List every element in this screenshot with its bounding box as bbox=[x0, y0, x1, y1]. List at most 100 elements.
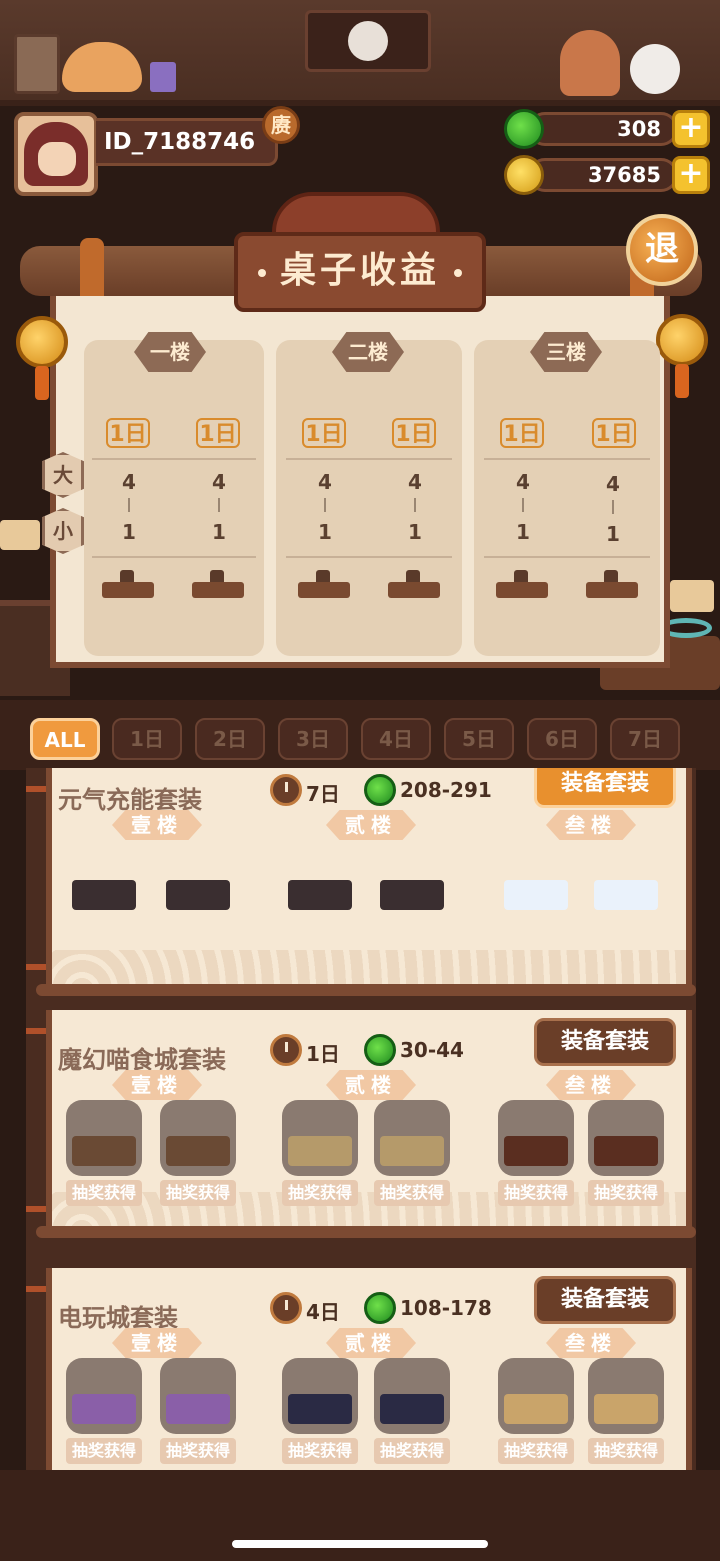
floor-label: 三楼 bbox=[530, 332, 602, 372]
table-item[interactable] bbox=[498, 844, 574, 920]
floor-label: 壹楼 bbox=[112, 1070, 202, 1100]
floor-column bbox=[474, 340, 660, 656]
range-bar bbox=[612, 500, 614, 514]
equip-set-button[interactable]: 装备套装 bbox=[534, 768, 676, 808]
set-name: 元气充能套装 bbox=[58, 786, 202, 814]
exit-button[interactable]: 退 bbox=[626, 214, 698, 286]
table-icon bbox=[102, 570, 154, 598]
white-cat-decoration bbox=[630, 44, 680, 94]
locked-table-item[interactable] bbox=[160, 1358, 236, 1434]
locked-table-item[interactable] bbox=[66, 1358, 142, 1434]
jade-icon bbox=[364, 774, 396, 806]
day-label: 1日 bbox=[392, 418, 436, 448]
jade-balance: 308 bbox=[528, 112, 678, 146]
clock-icon bbox=[270, 1034, 302, 1066]
divider bbox=[92, 556, 256, 558]
table-item[interactable] bbox=[160, 844, 236, 920]
locked-table-item[interactable] bbox=[498, 1358, 574, 1434]
filter-tab-4day[interactable]: 4日 bbox=[361, 718, 431, 760]
filter-tab-3day[interactable]: 3日 bbox=[278, 718, 348, 760]
locked-table-item[interactable] bbox=[374, 1358, 450, 1434]
locked-table-item[interactable] bbox=[282, 1100, 358, 1176]
coin-ornament-icon bbox=[16, 316, 68, 368]
range-bar bbox=[414, 498, 416, 512]
filter-tab-5day[interactable]: 5日 bbox=[444, 718, 514, 760]
locked-table-item[interactable] bbox=[66, 1100, 142, 1176]
set-card: 电玩城套装 4日 108-178 装备套装 壹楼 贰楼 叁楼 抽奖获得 抽奖获得… bbox=[26, 1268, 696, 1470]
filter-tab-2day[interactable]: 2日 bbox=[195, 718, 265, 760]
panel-title: 桌子收益 bbox=[234, 232, 486, 312]
lottery-obtain-label: 抽奖获得 bbox=[160, 1180, 236, 1206]
table-item[interactable] bbox=[374, 844, 450, 920]
lottery-obtain-label: 抽奖获得 bbox=[498, 1180, 574, 1206]
day-label: 1日 bbox=[302, 418, 346, 448]
locked-table-item[interactable] bbox=[588, 1358, 664, 1434]
table-item[interactable] bbox=[282, 844, 358, 920]
hanging-portrait-decoration bbox=[305, 10, 431, 72]
lottery-obtain-label: 抽奖获得 bbox=[498, 1438, 574, 1464]
vip-badge[interactable]: 赓 bbox=[262, 106, 300, 144]
divider bbox=[286, 458, 452, 460]
table-item[interactable] bbox=[66, 844, 142, 920]
locked-table-item[interactable] bbox=[498, 1100, 574, 1176]
divider bbox=[92, 458, 256, 460]
table-icon bbox=[388, 570, 440, 598]
day-label: 1日 bbox=[592, 418, 636, 448]
income-range: 208-291 bbox=[400, 778, 492, 802]
range-bar bbox=[522, 498, 524, 512]
lottery-obtain-label: 抽奖获得 bbox=[588, 1438, 664, 1464]
divider bbox=[484, 556, 650, 558]
table-icon bbox=[496, 570, 548, 598]
lottery-obtain-label: 抽奖获得 bbox=[374, 1438, 450, 1464]
equip-set-button[interactable]: 装备套装 bbox=[534, 1018, 676, 1066]
size-tag-small: 小 bbox=[42, 508, 84, 554]
tassel-decoration bbox=[675, 364, 689, 398]
small-income: 1 bbox=[516, 520, 530, 544]
set-days: 7日 bbox=[306, 782, 340, 806]
lottery-obtain-label: 抽奖获得 bbox=[66, 1180, 142, 1206]
locked-table-item[interactable] bbox=[282, 1358, 358, 1434]
filter-tab-1day[interactable]: 1日 bbox=[112, 718, 182, 760]
jade-icon bbox=[364, 1034, 396, 1066]
table-icon bbox=[586, 570, 638, 598]
floor-label: 贰楼 bbox=[326, 810, 416, 840]
clock-icon bbox=[270, 774, 302, 806]
locked-table-item[interactable] bbox=[160, 1100, 236, 1176]
add-jade-button[interactable]: + bbox=[672, 110, 710, 148]
table-icon bbox=[298, 570, 350, 598]
set-card: 魔幻喵食城套装 1日 30-44 装备套装 壹楼 贰楼 叁楼 抽奖获得 抽奖获得… bbox=[26, 1010, 696, 1240]
equip-set-button[interactable]: 装备套装 bbox=[534, 1276, 676, 1324]
candle-decoration bbox=[0, 520, 40, 550]
small-income: 1 bbox=[212, 520, 226, 544]
set-days: 4日 bbox=[306, 1300, 340, 1324]
filter-tab-7day[interactable]: 7日 bbox=[610, 718, 680, 760]
lottery-obtain-label: 抽奖获得 bbox=[160, 1438, 236, 1464]
hanging-scroll-decoration bbox=[14, 34, 60, 94]
big-income: 4 bbox=[516, 470, 530, 494]
small-income: 1 bbox=[606, 522, 620, 546]
size-tag-big: 大 bbox=[42, 452, 84, 498]
home-indicator[interactable] bbox=[232, 1540, 488, 1548]
big-income: 4 bbox=[122, 470, 136, 494]
filter-tab-6day[interactable]: 6日 bbox=[527, 718, 597, 760]
floor-label: 叁楼 bbox=[546, 1328, 636, 1358]
girl-character-decoration bbox=[560, 30, 620, 96]
range-bar bbox=[218, 498, 220, 512]
divider bbox=[484, 458, 650, 460]
floor-label: 贰楼 bbox=[326, 1328, 416, 1358]
set-list[interactable]: 元气充能套装 7日 208-291 装备套装 壹楼 贰楼 叁楼 魔幻喵食城套装 … bbox=[26, 768, 696, 1470]
set-name: 魔幻喵食城套装 bbox=[58, 1046, 226, 1074]
table-item[interactable] bbox=[588, 844, 664, 920]
filter-tab-all[interactable]: ALL bbox=[30, 718, 100, 760]
locked-table-item[interactable] bbox=[374, 1100, 450, 1176]
locked-table-item[interactable] bbox=[588, 1100, 664, 1176]
floor-label: 一楼 bbox=[134, 332, 206, 372]
lottery-obtain-label: 抽奖获得 bbox=[374, 1180, 450, 1206]
coin-icon bbox=[504, 155, 544, 195]
range-bar bbox=[324, 498, 326, 512]
player-avatar[interactable] bbox=[14, 112, 98, 196]
divider bbox=[286, 556, 452, 558]
lottery-obtain-label: 抽奖获得 bbox=[282, 1180, 358, 1206]
small-income: 1 bbox=[318, 520, 332, 544]
add-coin-button[interactable]: + bbox=[672, 156, 710, 194]
